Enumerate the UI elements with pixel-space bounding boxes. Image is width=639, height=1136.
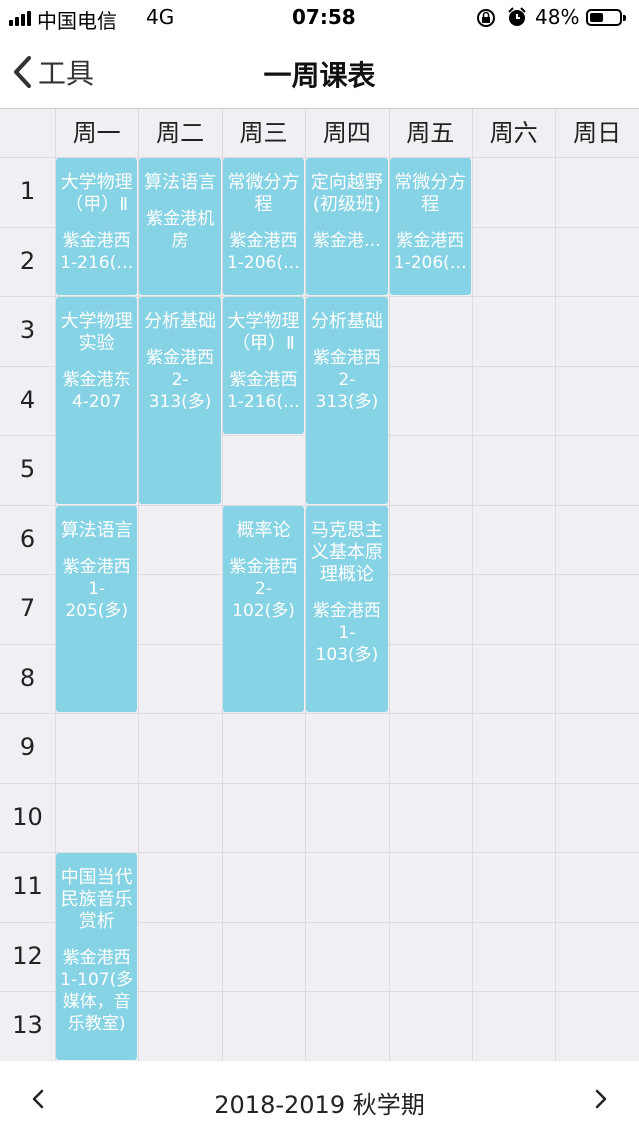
course-room: 紫金港西1-206(… — [226, 231, 300, 273]
period-label: 13 — [12, 1011, 43, 1039]
timetable-grid: 周一 周二 周三 周四 周五 周六 周日 1 2 3 4 5 6 7 8 9 10 11 12 13 大学物理（甲）Ⅱ 紫… — [0, 109, 639, 1062]
status-time: 07:58 — [292, 5, 356, 29]
course-block[interactable]: 分析基础紫金港西2-313(多) — [139, 297, 221, 504]
period-label: 6 — [19, 524, 36, 553]
day-header: 周日 — [573, 119, 622, 147]
course-name: 大学物理（甲）Ⅱ — [227, 311, 300, 354]
course-room: 紫金港西1-103(多) — [312, 600, 381, 665]
period-label: 2 — [19, 246, 36, 275]
course-block[interactable]: 中国当代民族音乐赏析紫金港西1-107(多媒体，音乐教室) — [56, 853, 138, 1060]
course-name: 算法语言 — [144, 172, 217, 193]
course-name: 大学物理实验 — [60, 311, 133, 354]
course-room: 紫金港西1-216(… — [60, 231, 134, 273]
course-block[interactable]: 常微分方程紫金港西1-206(… — [222, 158, 305, 295]
period-label: 12 — [12, 941, 43, 970]
course-block[interactable]: 概率论紫金港西2-102(多) — [222, 505, 305, 712]
grid-line — [0, 782, 639, 784]
period-label: 3 — [19, 316, 36, 344]
course-room: 紫金港西1-205(多) — [62, 556, 131, 621]
course-name: 常微分方程 — [394, 172, 467, 215]
course-name: 定向越野(初级班) — [310, 172, 383, 215]
period-label: 11 — [12, 872, 43, 900]
period-label: 5 — [19, 455, 36, 483]
network-type: 4G — [146, 5, 175, 29]
course-block[interactable]: 分析基础紫金港西2-313(多) — [306, 297, 388, 504]
day-header: 周三 — [239, 119, 288, 147]
day-header: 周二 — [156, 119, 205, 147]
course-room: 紫金港西2-102(多) — [229, 556, 298, 621]
course-room: 紫金港机房 — [146, 209, 215, 251]
day-header: 周五 — [406, 119, 455, 147]
day-header: 周六 — [489, 119, 538, 147]
course-block[interactable]: 大学物理（甲）Ⅱ 紫金港西1-216(… — [56, 158, 138, 295]
next-term-button[interactable] — [590, 1088, 612, 1110]
course-block[interactable]: 马克思主义基本原理概论 紫金港西1-103(多) — [306, 505, 388, 712]
carrier-name: 中国电信 — [37, 9, 117, 33]
day-header: 周四 — [322, 119, 371, 147]
course-room: 紫金港西1-216(… — [226, 370, 300, 412]
course-block[interactable]: 算法语言 紫金港机房 — [139, 158, 221, 295]
course-room: 紫金港西2-313(多) — [312, 348, 381, 412]
course-block[interactable]: 大学物理（甲）Ⅱ 紫金港西1-216(… — [222, 297, 305, 434]
navigation-bar: 工具 一周课表 — [0, 36, 639, 109]
rotation-lock-icon — [477, 9, 495, 27]
course-room: 紫金港… — [312, 231, 381, 251]
course-room: 紫金港西2-313(多) — [146, 348, 215, 412]
course-room: 紫金港西1-206(… — [393, 231, 467, 273]
course-name: 分析基础 — [310, 311, 383, 332]
battery-icon — [586, 9, 626, 26]
period-label: 10 — [12, 802, 43, 831]
course-name: 常微分方程 — [227, 172, 300, 215]
alarm-clock-icon — [508, 7, 526, 26]
period-label: 1 — [19, 177, 36, 205]
course-name: 算法语言 — [60, 519, 133, 541]
period-label: 4 — [19, 385, 36, 414]
course-name: 大学物理（甲）Ⅱ — [60, 172, 133, 215]
course-name: 马克思主义基本原理概论 — [310, 519, 383, 585]
page-title: 一周课表 — [263, 59, 376, 92]
course-block[interactable]: 定向越野(初级班) 紫金港… — [306, 158, 388, 295]
course-block[interactable]: 算法语言紫金港西1-205(多) — [56, 505, 138, 712]
period-label: 8 — [19, 663, 36, 692]
course-block[interactable]: 常微分方程紫金港西1-206(… — [389, 158, 471, 295]
status-bar: 中国电信 4G 07:58 48% — [0, 0, 639, 36]
course-name: 分析基础 — [144, 311, 217, 332]
term-footer: 2018-2019 秋学期 — [0, 1061, 639, 1136]
grid-line — [555, 109, 557, 1061]
course-name: 中国当代民族音乐赏析 — [60, 867, 133, 932]
grid-line — [0, 713, 639, 714]
battery-percent: 48% — [535, 5, 580, 29]
course-room: 紫金港西1-107(多媒体，音乐教室) — [60, 948, 134, 1034]
day-header: 周一 — [72, 119, 121, 147]
course-room: 紫金港东4-207 — [62, 370, 131, 412]
grid-line — [472, 109, 473, 1061]
course-block[interactable]: 大学物理实验 紫金港东4-207 — [56, 297, 138, 504]
course-name: 概率论 — [236, 519, 291, 541]
term-label: 2018-2019 秋学期 — [214, 1091, 425, 1119]
period-label: 7 — [19, 594, 36, 622]
period-label: 9 — [19, 733, 36, 761]
